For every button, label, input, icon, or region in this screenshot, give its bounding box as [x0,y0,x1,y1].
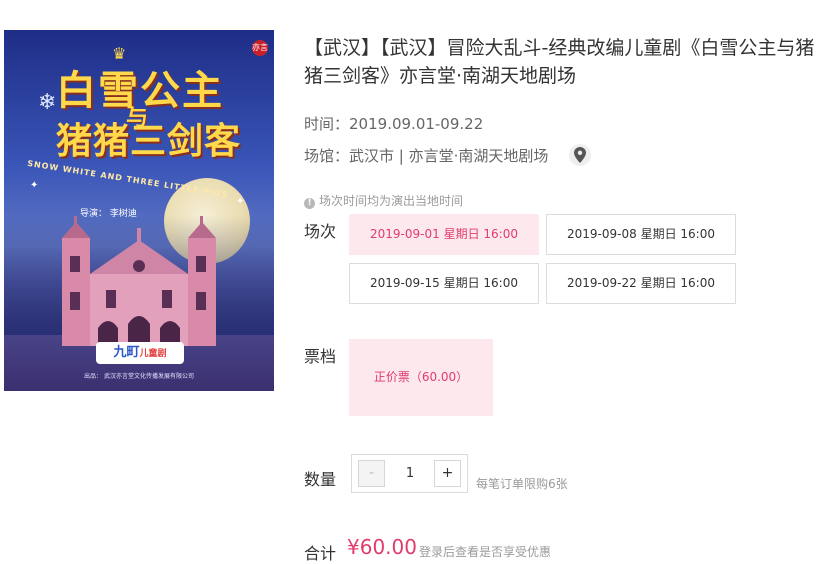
session-label: 场次 [304,222,337,241]
timezone-notice: ! 场次时间均为演出当地时间 [304,192,463,209]
quantity-label: 数量 [304,470,337,489]
session-option[interactable]: 2019-09-01 星期日 16:00 [349,214,539,255]
event-venue-value: 武汉市 | 亦言堂·南湖天地剧场 [349,147,549,165]
map-pin-icon[interactable] [569,143,592,166]
total-price: ¥60.00 [347,535,417,559]
poster-brand-name: 九町 [113,345,140,360]
event-time-value: 2019.09.01-09.22 [349,115,484,133]
total-label: 合计 [304,544,337,563]
info-icon: ! [304,198,315,209]
poster-credit: 出品： 武汉亦言堂文化传播发展有限公司 [84,373,194,380]
quantity-input[interactable]: 1 [390,460,430,487]
timezone-notice-text: 场次时间均为演出当地时间 [319,194,464,208]
decrease-button[interactable]: - [358,460,385,487]
poster-image: 亦言 ♛ ❄ 白雪公主 与 猪猪三剑客 ✦ ✦ SNOW WHITE AND T… [4,30,274,391]
event-venue-label: 场馆： [304,147,350,165]
seal-logo: 亦言 [252,40,268,56]
snowflake-icon: ❄ [38,90,57,115]
increase-button[interactable]: + [434,460,461,487]
church-illustration [62,216,216,346]
quantity-stepper: - 1 + [351,454,468,493]
ticket-tier-label: 票档 [304,347,337,366]
event-time-label: 时间： [304,115,350,133]
session-option[interactable]: 2019-09-15 星期日 16:00 [349,263,539,304]
poster-brand-suffix: 儿童剧 [139,349,167,359]
purchase-limit-note: 每笔订单限购6张 [476,477,568,491]
session-option[interactable]: 2019-09-08 星期日 16:00 [546,214,736,255]
event-venue-row: 场馆：武汉市 | 亦言堂·南湖天地剧场 [304,143,592,168]
discount-note: 登录后查看是否享受优惠 [419,545,552,559]
session-option[interactable]: 2019-09-22 星期日 16:00 [546,263,736,304]
ticket-tier-option[interactable]: 正价票（60.00） [349,339,493,416]
poster-brand-logo: 九町儿童剧 [96,342,184,364]
poster-title-line2: 猪猪三剑客 [56,121,242,162]
star-icon: ✦ [30,180,39,191]
event-title: 【武汉】【武汉】冒险大乱斗-经典改编儿童剧《白雪公主与猪猪三剑客》亦言堂·南湖天… [304,37,815,87]
event-time-row: 时间：2019.09.01-09.22 [304,113,483,134]
